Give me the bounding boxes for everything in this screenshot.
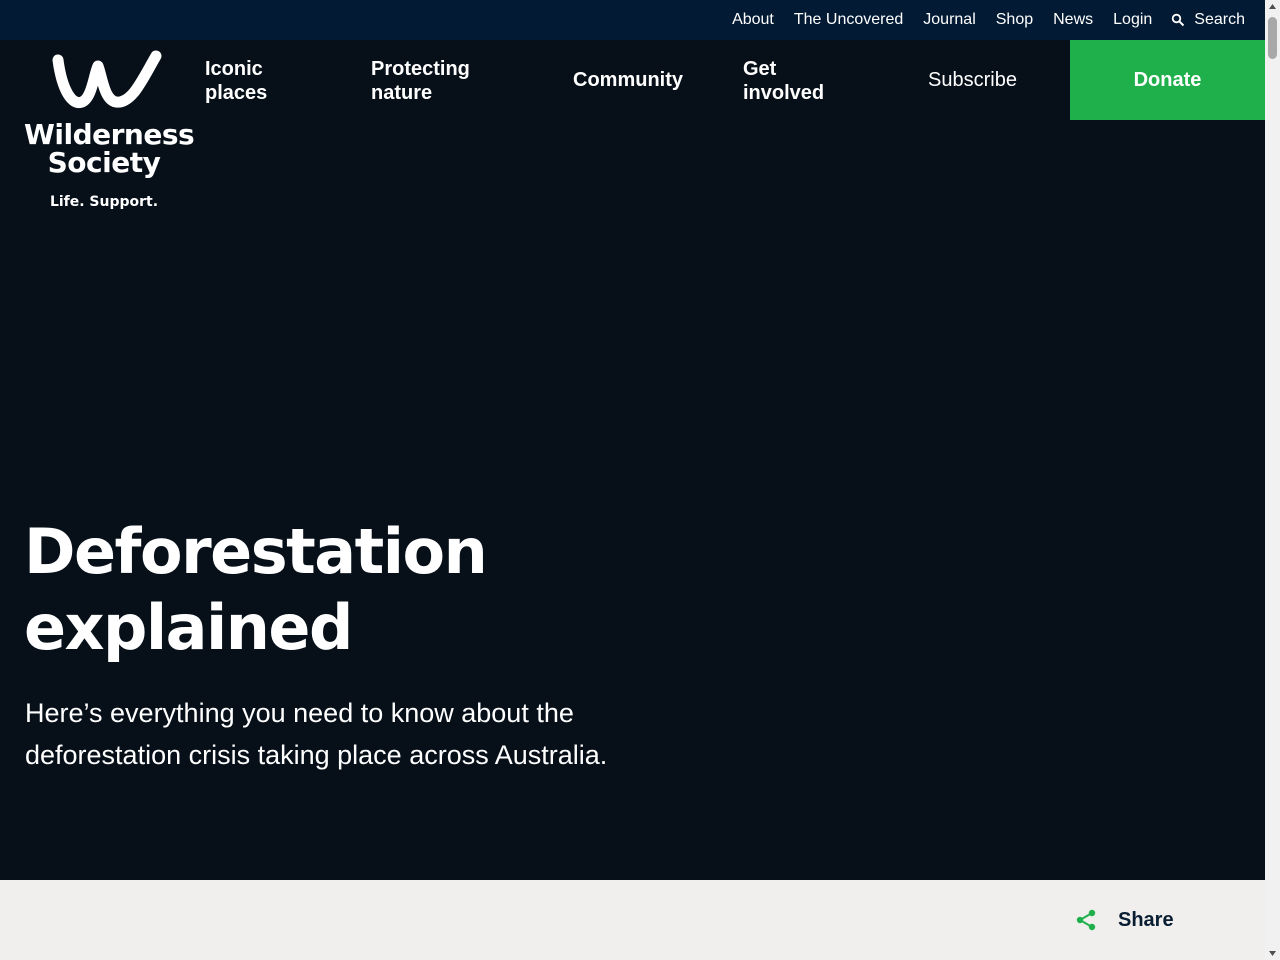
scrollbar-thumb[interactable] xyxy=(1268,17,1277,59)
utility-link-journal[interactable]: Journal xyxy=(923,0,975,40)
search-button[interactable]: Search xyxy=(1171,0,1245,40)
utility-link-news[interactable]: News xyxy=(1053,0,1093,40)
share-bar: Share xyxy=(0,880,1265,960)
logo-text-line2: Society xyxy=(47,146,161,179)
nav-subscribe[interactable]: Subscribe xyxy=(928,68,1017,92)
utility-link-about[interactable]: About xyxy=(732,0,774,40)
logo-tagline: Life. Support. xyxy=(49,194,159,210)
share-button[interactable]: Share xyxy=(1074,907,1174,933)
utility-nav: About The Uncovered Journal Shop News Lo… xyxy=(712,0,1245,40)
hero-subtitle: Here’s everything you need to know about… xyxy=(25,698,608,770)
donate-button[interactable]: Donate xyxy=(1070,40,1265,120)
share-icon xyxy=(1076,909,1096,931)
nav-iconic-places[interactable]: Iconic places xyxy=(205,57,295,105)
page-title-line2: explained xyxy=(24,591,353,664)
utility-link-shop[interactable]: Shop xyxy=(996,0,1033,40)
nav-protecting-nature[interactable]: Protecting nature xyxy=(371,57,481,105)
utility-bar: About The Uncovered Journal Shop News Lo… xyxy=(0,0,1265,40)
nav-get-involved[interactable]: Get involved xyxy=(743,57,833,105)
nav-community[interactable]: Community xyxy=(573,68,683,92)
scroll-up-arrow-icon[interactable] xyxy=(1265,0,1280,15)
utility-link-the-uncovered[interactable]: The Uncovered xyxy=(794,0,903,40)
scroll-down-arrow-icon[interactable] xyxy=(1265,945,1280,960)
search-icon xyxy=(1172,13,1185,27)
page-title-line1: Deforestation xyxy=(24,515,488,588)
page-title: Deforestation explained xyxy=(24,514,724,666)
utility-link-login[interactable]: Login xyxy=(1113,0,1152,40)
share-label: Share xyxy=(1118,908,1174,931)
page-scrollbar[interactable] xyxy=(1265,0,1280,960)
search-label: Search xyxy=(1194,11,1245,28)
page: About The Uncovered Journal Shop News Lo… xyxy=(0,0,1265,960)
